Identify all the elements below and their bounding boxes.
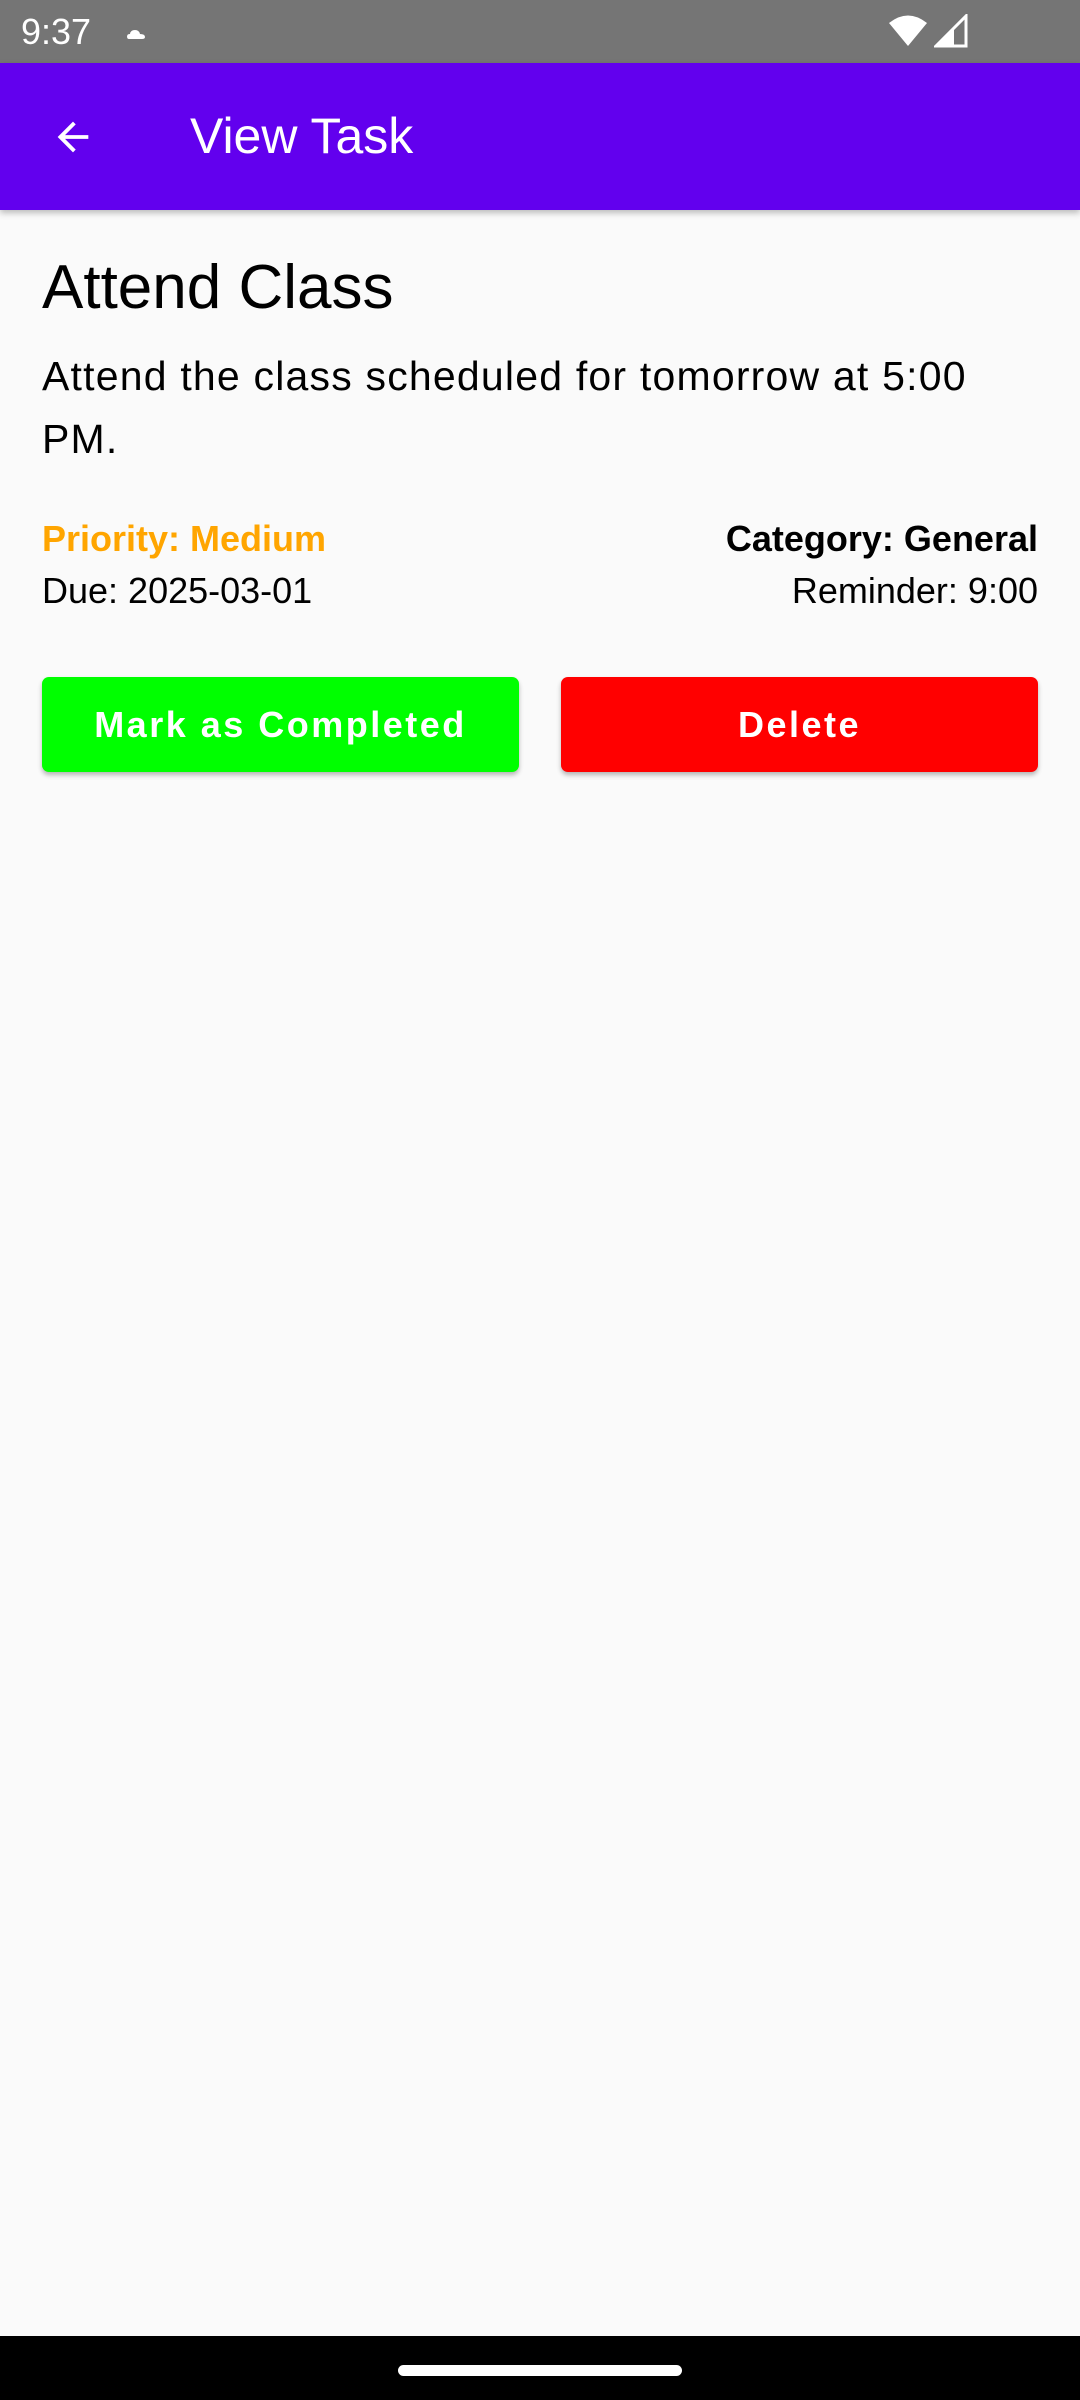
wifi-icon	[889, 15, 927, 46]
task-reminder: Reminder: 9:00	[791, 570, 1038, 611]
mark-as-completed-button[interactable]: Mark as Completed	[42, 677, 519, 772]
task-title: Attend Class	[42, 253, 394, 322]
app-bar: View Task	[0, 63, 1080, 210]
delete-button[interactable]: Delete	[561, 677, 1038, 772]
task-category: Category: General	[725, 518, 1038, 559]
task-description: Attend the class scheduled for tomorrow …	[42, 353, 967, 462]
navigation-bar	[0, 2336, 1080, 2400]
page-title: View Task	[190, 108, 414, 164]
task-due-date: Due: 2025-03-01	[42, 570, 313, 611]
status-bar: 9:37	[0, 0, 1080, 63]
cloud-icon	[127, 30, 145, 39]
arrow-back-icon	[57, 121, 89, 153]
status-time: 9:37	[21, 11, 92, 52]
task-priority: Priority: Medium	[42, 518, 327, 559]
home-gesture-handle[interactable]	[398, 2365, 682, 2376]
back-button[interactable]	[36, 100, 110, 174]
view-task-screen: 9:37 View Task Attend Class Attend the c…	[0, 0, 1080, 2400]
cell-signal-icon	[934, 14, 968, 48]
